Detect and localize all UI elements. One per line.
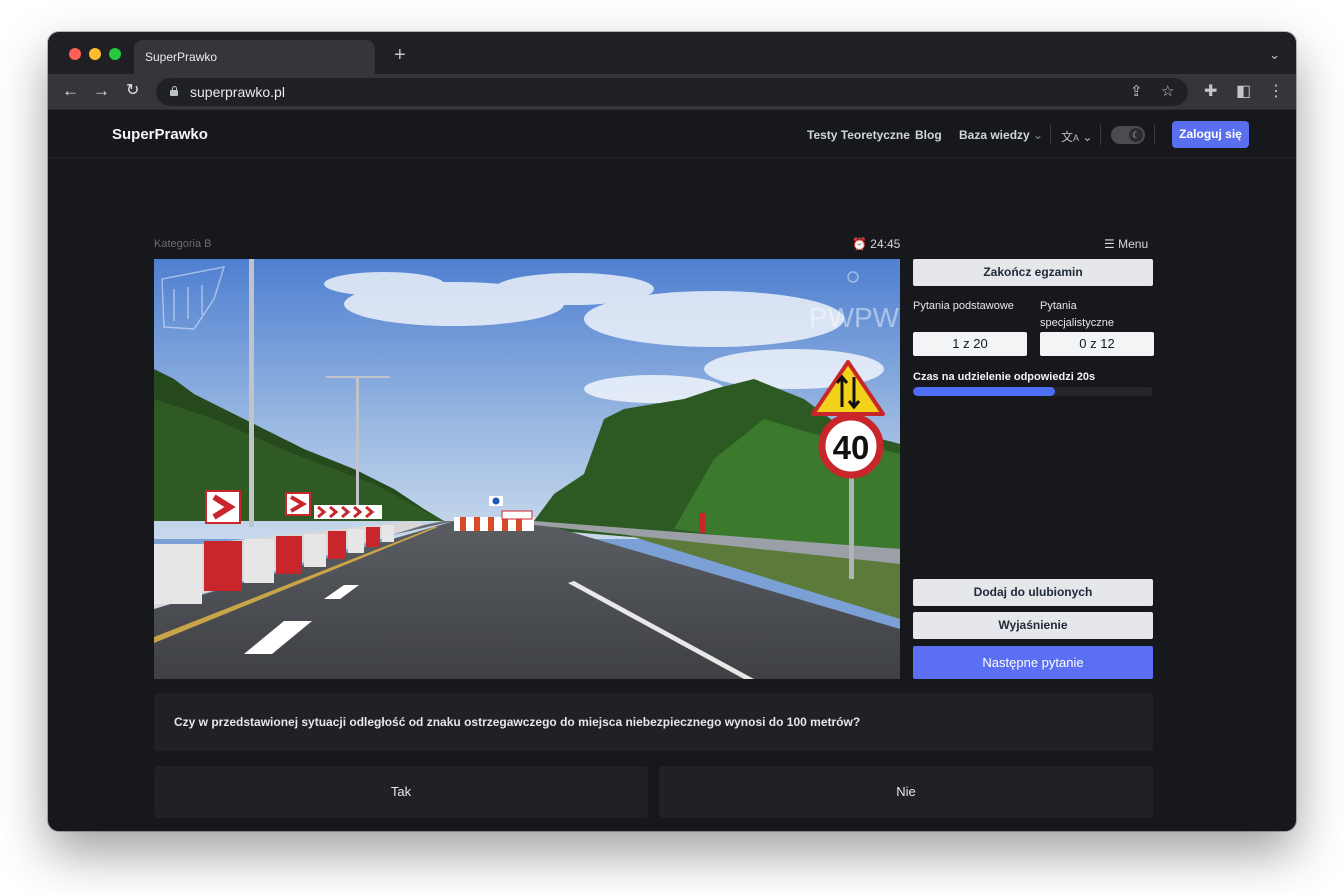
login-button[interactable]: Zaloguj się — [1172, 121, 1249, 148]
divider — [1154, 125, 1155, 145]
dark-mode-toggle[interactable]: ☾ — [1111, 126, 1145, 144]
reload-icon[interactable]: ↻ — [126, 82, 139, 100]
answer-yes-button[interactable]: Tak — [154, 766, 648, 818]
address-bar[interactable]: superprawko.pl ⇪ ☆ — [156, 78, 1188, 106]
watermark-text: PWPW — [809, 302, 900, 333]
new-tab-button[interactable]: + — [394, 45, 406, 65]
finish-exam-button[interactable]: Zakończ egzamin — [913, 259, 1153, 286]
tab-search-chevron-icon[interactable]: ⌄ — [1269, 47, 1280, 63]
timer-value: 24:45 — [870, 237, 901, 251]
answer-time-progress — [913, 387, 1153, 396]
menu-label: Menu — [1118, 237, 1149, 251]
add-to-favorites-button[interactable]: Dodaj do ulubionych — [913, 579, 1153, 606]
nav-blog-link[interactable]: Blog — [915, 128, 942, 142]
site-logo[interactable]: SuperPrawko — [112, 126, 208, 143]
share-icon[interactable]: ⇪ — [1130, 82, 1143, 100]
back-arrow-icon[interactable]: ← — [62, 82, 79, 100]
answer-time-progress-fill — [913, 387, 1055, 396]
extensions-puzzle-icon[interactable]: ✚ — [1204, 81, 1217, 101]
special-questions-label: Pytania specjalistyczne — [1040, 300, 1114, 329]
speed-limit-value: 40 — [833, 429, 870, 466]
answer-no-button[interactable]: Nie — [659, 766, 1153, 818]
tab-strip: SuperPrawko + ⌄ — [48, 32, 1296, 74]
side-panel-icon[interactable]: ◧ — [1236, 81, 1251, 101]
alarm-clock-icon: ⏰ — [852, 237, 867, 251]
browser-tab[interactable]: SuperPrawko — [134, 40, 375, 74]
website: SuperPrawko Testy Teoretyczne Blog Baza … — [48, 111, 1296, 831]
exam-timer: ⏰ 24:45 — [852, 237, 900, 251]
nav-knowledge-link[interactable]: Baza wiedzy ⌄ — [959, 128, 1043, 142]
next-question-button[interactable]: Następne pytanie — [913, 646, 1153, 679]
question-image: 40 PWPW — [154, 259, 900, 679]
divider — [1100, 125, 1101, 145]
divider — [1050, 125, 1051, 145]
special-questions-counter: 0 z 12 — [1040, 332, 1154, 356]
hamburger-icon: ☰ — [1104, 237, 1115, 251]
minimize-window-button[interactable] — [89, 48, 101, 60]
moon-icon: ☾ — [1129, 128, 1143, 142]
site-navbar: SuperPrawko Testy Teoretyczne Blog Baza … — [48, 111, 1296, 158]
maximize-window-button[interactable] — [109, 48, 121, 60]
question-text: Czy w przedstawionej sytuacji odległość … — [174, 715, 861, 729]
language-translate-icon[interactable]: 文A ⌄ — [1061, 128, 1092, 145]
tab-title: SuperPrawko — [145, 50, 218, 64]
lock-icon — [170, 86, 178, 96]
nav-knowledge-label: Baza wiedzy — [959, 128, 1030, 142]
exam-category: Kategoria B — [154, 238, 212, 250]
url-text: superprawko.pl — [190, 84, 285, 100]
browser-window: SuperPrawko + ⌄ ← → ↻ superprawko.pl ⇪ ☆… — [48, 32, 1296, 831]
explanation-button[interactable]: Wyjaśnienie — [913, 612, 1153, 639]
menu-button[interactable]: ☰ Menu — [1104, 237, 1148, 251]
nav-tests-link[interactable]: Testy Teoretyczne — [807, 128, 910, 142]
bookmark-star-icon[interactable]: ☆ — [1161, 82, 1174, 100]
browser-menu-icon[interactable]: ⋮ — [1268, 81, 1284, 101]
basic-questions-label: Pytania podstawowe — [913, 300, 1014, 312]
basic-questions-counter: 1 z 20 — [913, 332, 1027, 356]
forward-arrow-icon[interactable]: → — [93, 82, 110, 100]
browser-toolbar: ← → ↻ superprawko.pl ⇪ ☆ ✚ ◧ ⋮ — [48, 74, 1296, 110]
question-card: Czy w przedstawionej sytuacji odległość … — [154, 693, 1153, 751]
close-window-button[interactable] — [69, 48, 81, 60]
chevron-down-icon: ⌄ — [1033, 128, 1044, 142]
answer-time-label: Czas na udzielenie odpowiedzi 20s — [913, 371, 1096, 383]
